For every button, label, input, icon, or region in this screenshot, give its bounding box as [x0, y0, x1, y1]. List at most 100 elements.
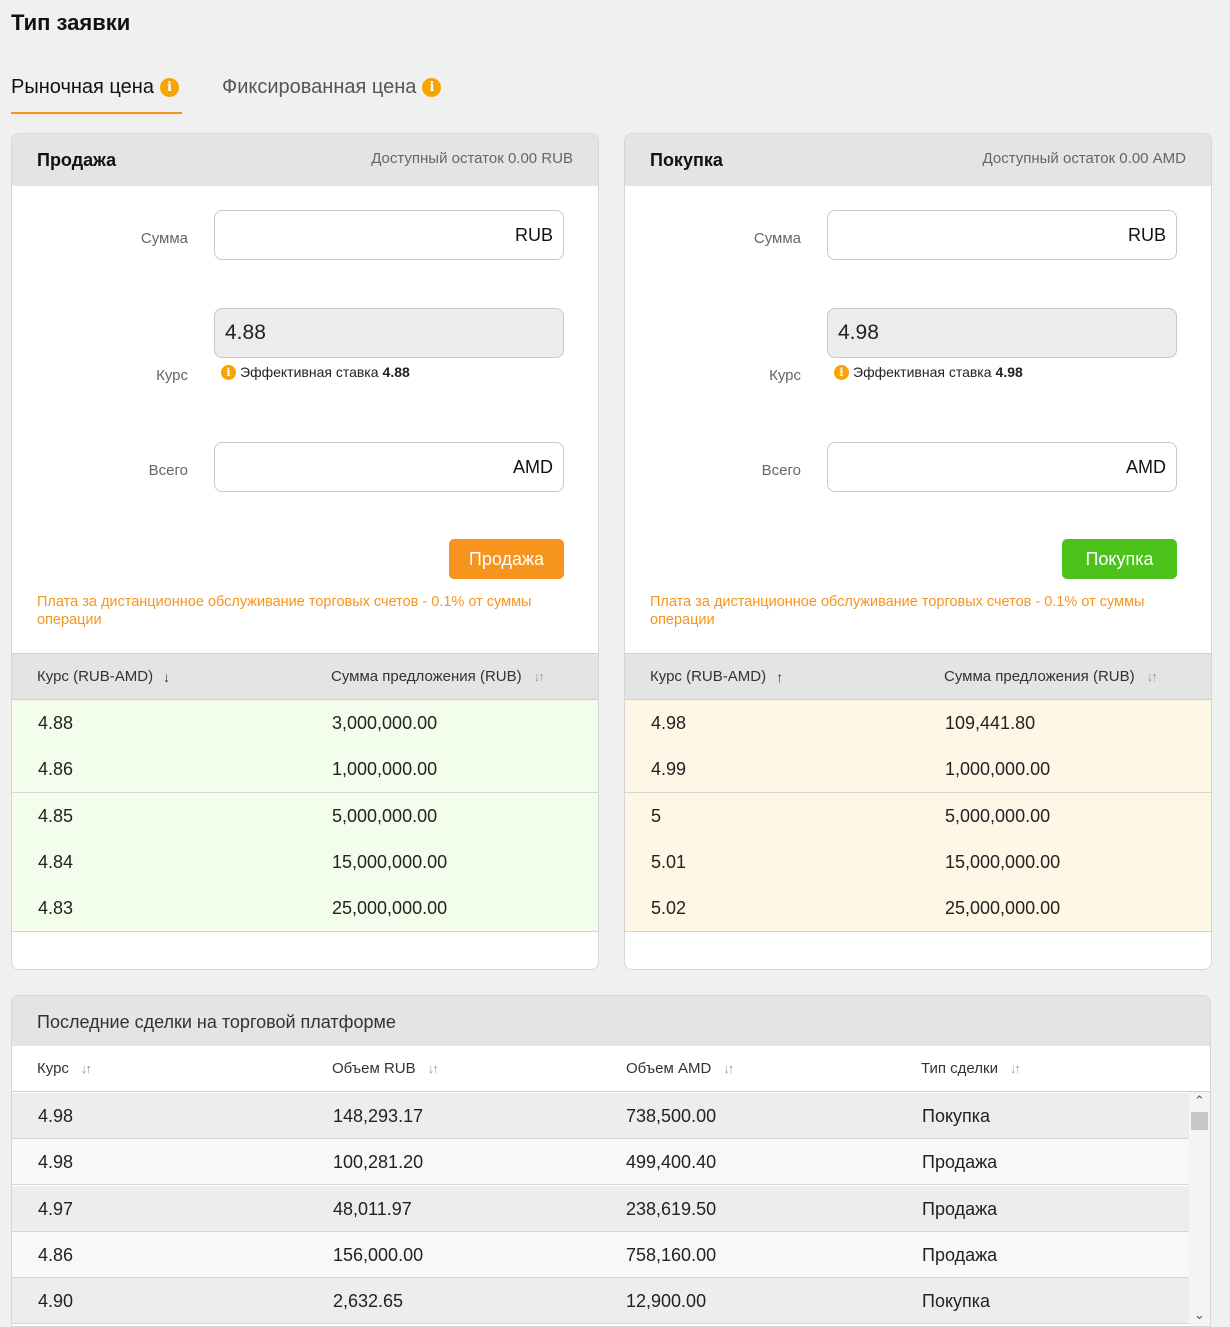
buy-orderbook-rate-header[interactable]: Курс (RUB-AMD) ↑	[650, 668, 783, 685]
buy-effective-rate-label: Эффективная ставка	[853, 364, 992, 380]
tab-market-price[interactable]: Рыночная цена i	[11, 72, 182, 114]
sell-effective-rate-value: 4.88	[382, 364, 410, 380]
amount-cell: 25,000,000.00	[945, 898, 1061, 918]
table-row[interactable]: 5.01 15,000,000.00	[625, 839, 1211, 886]
scroll-up-icon[interactable]: ⌃	[1189, 1092, 1210, 1110]
table-row[interactable]: 4.85 5,000,000.00	[12, 793, 598, 840]
buy-orderbook-amount-header[interactable]: Сумма предложения (RUB) ↓↑	[944, 668, 1158, 685]
trades-scrollbar[interactable]: ⌃ ⌄	[1189, 1092, 1210, 1326]
sell-total-field[interactable]: AMD	[214, 442, 564, 492]
amount-cell: 109,441.80	[945, 713, 1036, 733]
sell-orderbook-amount-header-label: Сумма предложения (RUB)	[331, 668, 522, 685]
amount-cell: 25,000,000.00	[332, 898, 448, 918]
buy-panel: Покупка Доступный остаток 0.00 AMD Сумма…	[624, 133, 1212, 970]
rate-cell: 4.84	[38, 852, 74, 872]
sell-orderbook-rate-header[interactable]: Курс (RUB-AMD) ↓	[37, 668, 170, 685]
amount-cell: 15,000,000.00	[332, 852, 448, 872]
trade-vol-amd-cell: 758,160.00	[626, 1245, 717, 1265]
info-icon[interactable]: i	[422, 78, 442, 97]
buy-effective-rate-value: 4.98	[995, 364, 1023, 380]
trades-vol-rub-header[interactable]: Объем RUB ↓↑	[332, 1060, 439, 1077]
sort-asc-icon: ↑	[776, 668, 784, 685]
amount-cell: 1,000,000.00	[945, 759, 1051, 779]
sell-amount-currency: RUB	[514, 225, 553, 245]
sort-icon: ↓↑	[533, 669, 545, 684]
sell-effective-rate-label: Эффективная ставка	[240, 364, 379, 380]
rate-cell: 4.88	[38, 713, 74, 733]
table-row[interactable]: 5.02 25,000,000.00	[625, 885, 1211, 932]
table-row[interactable]: 4.88 3,000,000.00	[12, 700, 598, 747]
sell-amount-label: Сумма	[140, 230, 188, 247]
sell-total-label: Всего	[148, 462, 188, 479]
sell-panel-title: Продажа	[37, 150, 117, 170]
buy-total-label: Всего	[761, 462, 801, 479]
info-icon[interactable]: i	[159, 78, 179, 97]
scroll-down-icon[interactable]: ⌄	[1189, 1306, 1210, 1324]
trade-rate-cell: 4.86	[38, 1245, 74, 1265]
recent-trades-title: Последние сделки на торговой платформе	[37, 1012, 396, 1032]
trades-type-header[interactable]: Тип сделки ↓↑	[921, 1060, 1021, 1077]
trades-rate-header-label: Курс	[37, 1060, 69, 1077]
buy-effective-rate: i Эффективная ставка 4.98	[834, 364, 1023, 380]
buy-amount-field[interactable]: RUB	[827, 210, 1177, 260]
sell-rate-field: 4.88	[214, 308, 564, 358]
trades-type-header-label: Тип сделки	[921, 1060, 998, 1077]
sell-button[interactable]: Продажа	[449, 539, 564, 579]
table-row[interactable]: 4.98 100,281.20 499,400.40 Продажа	[12, 1139, 1190, 1185]
trade-vol-rub-cell: 100,281.20	[333, 1152, 424, 1172]
buy-total-field[interactable]: AMD	[827, 442, 1177, 492]
trade-vol-amd-cell: 738,500.00	[626, 1106, 717, 1126]
sell-orderbook-rate-header-label: Курс (RUB-AMD)	[37, 668, 154, 685]
table-row[interactable]: 4.98 109,441.80	[625, 700, 1211, 747]
buy-orderbook-header: Курс (RUB-AMD) ↑ Сумма предложения (RUB)…	[625, 653, 1211, 700]
rate-cell: 4.85	[38, 806, 74, 826]
sell-effective-rate: i Эффективная ставка 4.88	[221, 364, 410, 380]
info-icon[interactable]: i	[221, 364, 236, 380]
trade-type-cell: Продажа	[922, 1199, 998, 1219]
table-row[interactable]: 4.86 156,000.00 758,160.00 Продажа	[12, 1232, 1190, 1278]
sort-desc-icon: ↓	[163, 668, 171, 685]
sell-panel: Продажа Доступный остаток 0.00 RUB Сумма…	[11, 133, 599, 970]
buy-amount-currency: RUB	[1127, 225, 1166, 245]
order-type-tabs: Рыночная цена i Фиксированная цена i	[11, 72, 611, 114]
table-row[interactable]: 4.97 48,011.97 238,619.50 Продажа	[12, 1186, 1190, 1232]
table-row[interactable]: 4.90 2,632.65 12,900.00 Покупка	[12, 1278, 1190, 1324]
sell-orderbook-header: Курс (RUB-AMD) ↓ Сумма предложения (RUB)…	[12, 653, 598, 700]
table-row[interactable]: 4.99 1,000,000.00	[625, 746, 1211, 793]
buy-button[interactable]: Покупка	[1062, 539, 1177, 579]
trade-rate-cell: 4.90	[38, 1291, 74, 1311]
amount-cell: 3,000,000.00	[332, 713, 438, 733]
buy-amount-label: Сумма	[753, 230, 801, 247]
amount-cell: 1,000,000.00	[332, 759, 438, 779]
trade-rate-cell: 4.97	[38, 1199, 74, 1219]
sell-panel-header: Продажа Доступный остаток 0.00 RUB	[12, 134, 598, 186]
tab-fixed-price[interactable]: Фиксированная цена i	[222, 72, 462, 114]
buy-total-currency: AMD	[1126, 457, 1166, 477]
trade-type-cell: Покупка	[922, 1106, 991, 1126]
sort-icon: ↓↑	[427, 1061, 439, 1076]
trades-vol-amd-header-label: Объем AMD	[626, 1060, 712, 1077]
sell-fee-note: Плата за дистанционное обслуживание торг…	[37, 594, 532, 628]
table-row[interactable]: 4.84 15,000,000.00	[12, 839, 598, 886]
sell-total-currency: AMD	[513, 457, 553, 477]
buy-available-balance: Доступный остаток 0.00 AMD	[982, 150, 1186, 167]
tab-market-price-label: Рыночная цена	[11, 76, 154, 98]
buy-rate-value: 4.98	[838, 321, 879, 344]
buy-fee-note: Плата за дистанционное обслуживание торг…	[650, 594, 1145, 628]
sell-amount-field[interactable]: RUB	[214, 210, 564, 260]
trade-vol-rub-cell: 156,000.00	[333, 1245, 424, 1265]
table-row[interactable]: 4.86 1,000,000.00	[12, 746, 598, 793]
trades-rate-header[interactable]: Курс ↓↑	[37, 1060, 92, 1077]
trades-vol-amd-header[interactable]: Объем AMD ↓↑	[626, 1060, 734, 1077]
rate-cell: 5.02	[651, 898, 687, 918]
sort-icon: ↓↑	[723, 1061, 734, 1076]
info-icon[interactable]: i	[834, 364, 849, 380]
sell-rate-value: 4.88	[225, 321, 266, 344]
table-row[interactable]: 4.98 148,293.17 738,500.00 Покупка	[12, 1093, 1190, 1139]
scrollbar-thumb[interactable]	[1191, 1112, 1208, 1130]
sell-orderbook-amount-header[interactable]: Сумма предложения (RUB) ↓↑	[331, 668, 545, 685]
table-row[interactable]: 4.83 25,000,000.00	[12, 885, 598, 932]
amount-cell: 5,000,000.00	[945, 806, 1051, 826]
table-row[interactable]: 5 5,000,000.00	[625, 793, 1211, 840]
trade-vol-amd-cell: 12,900.00	[626, 1291, 707, 1311]
